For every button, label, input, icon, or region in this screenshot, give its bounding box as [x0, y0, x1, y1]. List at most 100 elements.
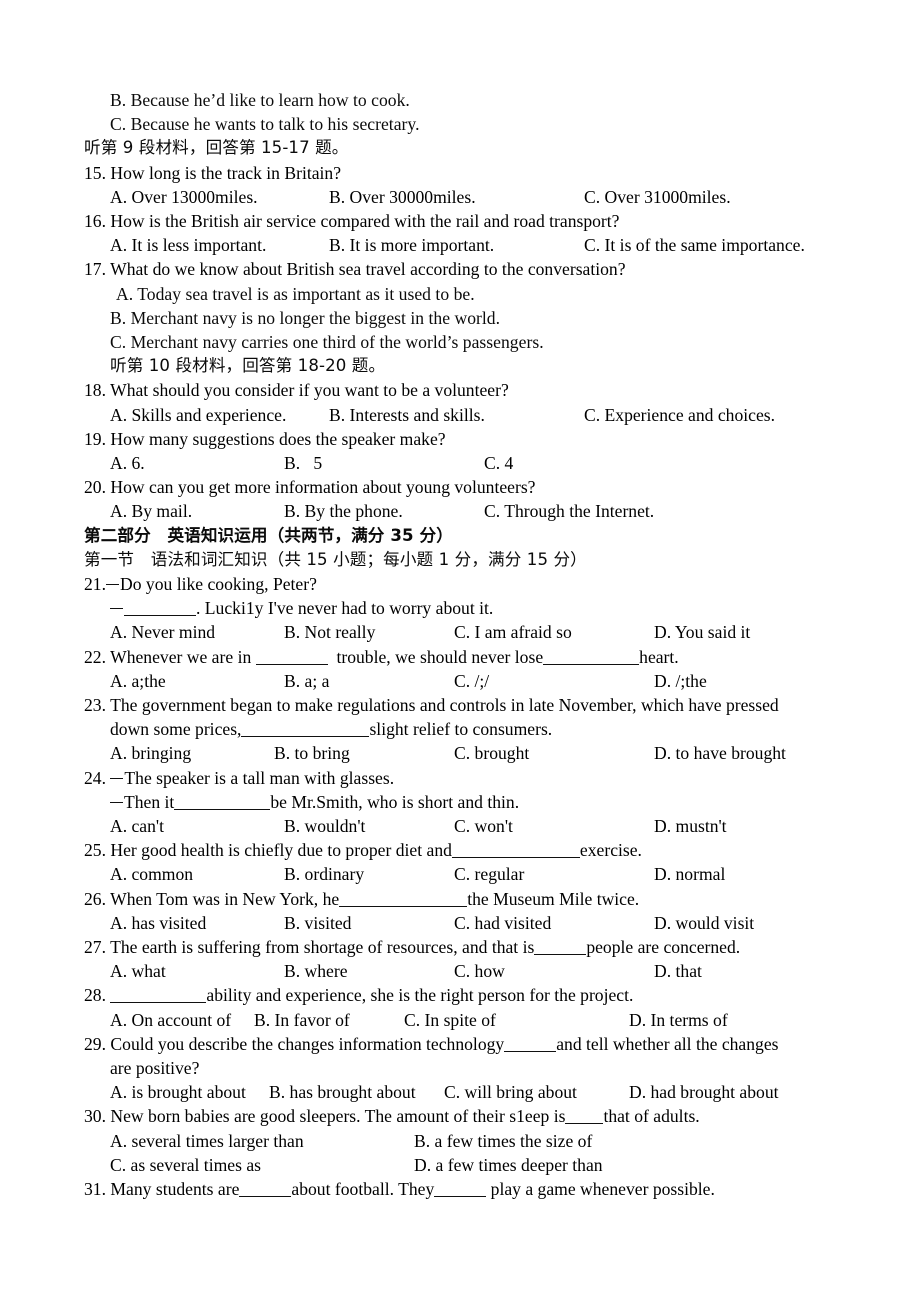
option-a[interactable]: A. Never mind [110, 620, 215, 644]
option-b[interactable]: B. visited [284, 911, 351, 935]
option-a[interactable]: A. what [110, 959, 166, 983]
answer-blank-1[interactable] [239, 1182, 292, 1197]
option-b[interactable]: B. where [284, 959, 348, 983]
option-c[interactable]: C. brought [454, 741, 529, 765]
page-body: B. Because he’d like to learn how to coo… [84, 88, 884, 1201]
option-b[interactable]: B. By the phone. [284, 499, 403, 523]
option-d[interactable]: D. a few times deeper than [414, 1153, 603, 1177]
question-text-post: slight relief to consumers. [369, 719, 553, 740]
question-17-option-c[interactable]: C. Merchant navy carries one third of th… [84, 330, 884, 354]
option-a[interactable]: A. Over 13000miles. [110, 185, 258, 209]
option-a[interactable]: A. common [110, 862, 193, 886]
option-a[interactable]: A. It is less important. [110, 233, 266, 257]
answer-blank[interactable] [451, 843, 580, 859]
option-a[interactable]: A. 6. [110, 451, 145, 475]
option-c[interactable]: C. Over 31000miles. [584, 185, 731, 209]
option-b[interactable]: B. has brought about [269, 1080, 416, 1104]
answer-blank-2[interactable] [543, 650, 640, 665]
option-a[interactable]: A. By mail. [110, 499, 192, 523]
option-c[interactable]: C. In spite of [404, 1008, 496, 1032]
answer-blank[interactable] [565, 1109, 604, 1125]
question-text: Her good health is chiefly due to proper… [110, 840, 452, 861]
option-b[interactable]: B. a few times the size of [414, 1129, 592, 1153]
option-d[interactable]: D. to have brought [654, 741, 786, 765]
option-d[interactable]: D. You said it [654, 620, 750, 644]
answer-blank-2[interactable] [434, 1182, 487, 1197]
answer-blank-1[interactable] [255, 650, 328, 665]
dash-mark [110, 801, 123, 803]
option-d[interactable]: D. would visit [654, 911, 754, 935]
option-c[interactable]: C. 4 [484, 451, 513, 475]
option-c[interactable]: C. /;/ [454, 669, 489, 693]
option-a[interactable]: A. can't [110, 814, 164, 838]
option-d[interactable]: D. that [654, 959, 702, 983]
option-b[interactable]: B. to bring [274, 741, 350, 765]
question-20-options: A. By mail. B. By the phone. C. Through … [84, 499, 884, 523]
option-b[interactable]: B. In favor of [254, 1008, 350, 1032]
option-a[interactable]: A. is brought about [110, 1080, 246, 1104]
answer-blank[interactable] [174, 795, 271, 810]
question-17-option-a[interactable]: A. Today sea travel is as important as i… [84, 282, 884, 306]
option-a[interactable]: A. Skills and experience. [110, 403, 286, 427]
question-text: ability and experience, she is the right… [206, 985, 634, 1006]
option-b[interactable]: B. a; a [284, 669, 329, 693]
answer-blank[interactable] [534, 940, 587, 955]
question-17-option-b[interactable]: B. Merchant navy is no longer the bigges… [84, 306, 884, 330]
option-a[interactable]: A. On account of [110, 1008, 231, 1032]
question-23-stem-line2: down some prices, slight relief to consum… [84, 717, 884, 741]
option-c[interactable]: C. how [454, 959, 505, 983]
answer-blank[interactable] [339, 892, 468, 907]
question-28-options: A. On account of B. In favor of C. In sp… [84, 1008, 884, 1032]
option-b[interactable]: B. Over 30000miles. [329, 185, 476, 209]
option-d[interactable]: D. In terms of [629, 1008, 728, 1032]
question-24-options: A. can't B. wouldn't C. won't D. mustn't [84, 814, 884, 838]
question-25-stem: 25. Her good health is chiefly due to pr… [84, 838, 884, 862]
question-30-options-row1: A. several times larger than B. a few ti… [84, 1129, 884, 1153]
option-b[interactable]: B. It is more important. [329, 233, 494, 257]
listening-direction-10: 听第 10 段材料，回答第 18-20 题。 [110, 356, 386, 376]
option-c[interactable]: C. It is of the same importance. [584, 233, 805, 257]
question-text-post: that of adults. [603, 1106, 700, 1127]
option-c[interactable]: C. as several times as [110, 1153, 261, 1177]
option-b[interactable]: B. 5 [284, 451, 322, 475]
option-d[interactable]: D. normal [654, 862, 725, 886]
question-21-stem: 21. Do you like cooking, Peter? [84, 572, 884, 596]
option-c[interactable]: C. I am afraid so [454, 620, 572, 644]
question-text-cont: Then it [124, 791, 175, 812]
option-b[interactable]: B. Interests and skills. [329, 403, 485, 427]
answer-blank[interactable] [241, 722, 370, 738]
option-b[interactable]: B. ordinary [284, 862, 364, 886]
option-c[interactable]: C. Through the Internet. [484, 499, 654, 523]
question-21-stem-line2: . Lucki1y I've never had to worry about … [84, 596, 884, 620]
question-24-stem: 24. The speaker is a tall man with glass… [84, 766, 884, 790]
answer-blank[interactable] [124, 601, 196, 617]
exam-page: B. Because he’d like to learn how to coo… [0, 0, 920, 1302]
option-b[interactable]: B. wouldn't [284, 814, 365, 838]
option-c[interactable]: C. had visited [454, 911, 551, 935]
option-d[interactable]: D. had brought about [629, 1080, 779, 1104]
question-27-stem: 27. The earth is suffering from shortage… [84, 935, 884, 959]
carryover-option-b: B. Because he’d like to learn how to coo… [110, 90, 410, 110]
option-b[interactable]: B. Not really [284, 620, 375, 644]
question-18-stem: 18. What should you consider if you want… [84, 378, 884, 402]
option-a[interactable]: A. bringing [110, 741, 191, 765]
question-text: New born babies are good sleepers. The a… [110, 1106, 566, 1127]
option-a[interactable]: A. a;the [110, 669, 166, 693]
question-text-mid: trouble, we should never lose [327, 646, 544, 667]
question-text-post: and tell whether all the changes [556, 1033, 779, 1054]
answer-blank[interactable] [504, 1037, 557, 1052]
option-c[interactable]: C. won't [454, 814, 513, 838]
option-d[interactable]: D. /;the [654, 669, 707, 693]
question-text: How long is the track in Britain? [110, 162, 342, 183]
question-text: What should you consider if you want to … [110, 380, 509, 401]
option-a[interactable]: A. several times larger than [110, 1129, 304, 1153]
option-c[interactable]: C. Experience and choices. [584, 403, 775, 427]
option-d[interactable]: D. mustn't [654, 814, 727, 838]
answer-blank[interactable] [110, 988, 207, 1004]
question-21-options: A. Never mind B. Not really C. I am afra… [84, 620, 884, 644]
option-a[interactable]: A. has visited [110, 911, 206, 935]
question-29-stem-line2: are positive? [110, 1057, 200, 1078]
option-c[interactable]: C. regular [454, 862, 524, 886]
option-c[interactable]: C. will bring about [444, 1080, 577, 1104]
question-28-stem: 28. ability and experience, she is the r… [84, 983, 884, 1007]
